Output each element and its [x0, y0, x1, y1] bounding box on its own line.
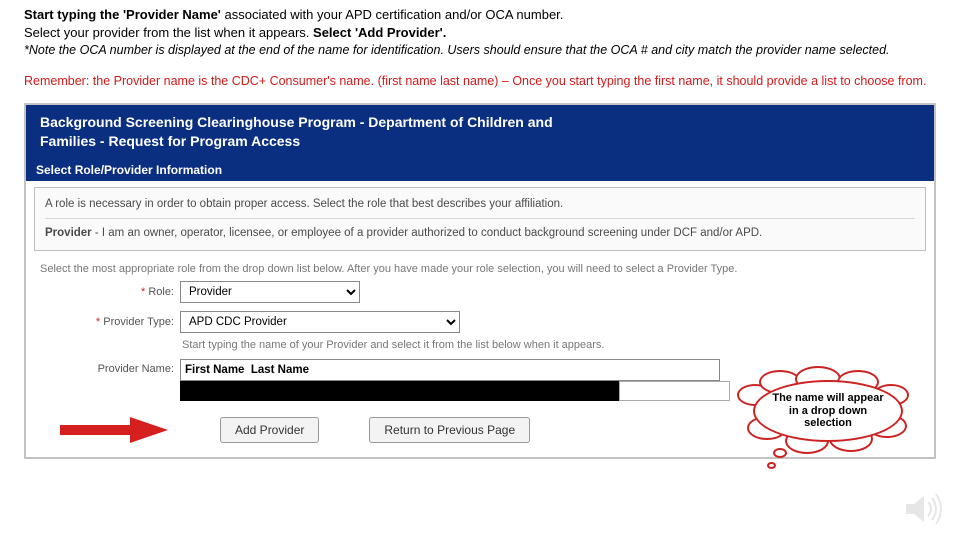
add-provider-button[interactable]: Add Provider — [220, 417, 319, 443]
info-line-2: Provider - I am an owner, operator, lice… — [45, 225, 915, 242]
panel-title: Background Screening Clearinghouse Progr… — [40, 113, 560, 151]
instruction-bold-2: Select 'Add Provider'. — [313, 25, 446, 40]
provider-type-select[interactable]: APD CDC Provider — [180, 311, 460, 333]
instruction-text-2: Select your provider from the list when … — [24, 25, 313, 40]
provider-name-input[interactable] — [180, 359, 720, 381]
instruction-note: *Note the OCA number is displayed at the… — [0, 41, 960, 59]
provider-name-dropdown-ext — [620, 381, 730, 401]
app-panel: Background Screening Clearinghouse Progr… — [24, 103, 936, 459]
instruction-remember: Remember: the Provider name is the CDC+ … — [0, 59, 960, 95]
instruction-bold-1: Start typing the 'Provider Name' — [24, 7, 221, 22]
info-box: A role is necessary in order to obtain p… — [34, 187, 926, 251]
section-title: Select Role/Provider Information — [26, 159, 934, 181]
speaker-icon — [904, 492, 944, 526]
arrow-icon — [40, 415, 170, 445]
provider-name-label: Provider Name: — [98, 363, 174, 375]
return-previous-button[interactable]: Return to Previous Page — [369, 417, 530, 443]
panel-header: Background Screening Clearinghouse Progr… — [26, 105, 934, 159]
instruction-text-1: associated with your APD certification a… — [221, 7, 564, 22]
info-provider-label: Provider — [45, 227, 92, 239]
provider-type-row: * Provider Type: APD CDC Provider — [26, 307, 934, 337]
role-label: Role: — [148, 286, 174, 298]
role-select[interactable]: Provider — [180, 281, 360, 303]
role-row: * Role: Provider — [26, 277, 934, 307]
provider-name-dropdown[interactable] — [180, 381, 620, 401]
info-line-1: A role is necessary in order to obtain p… — [45, 196, 915, 213]
info-provider-text: - I am an owner, operator, licensee, or … — [92, 227, 763, 239]
body-instruction: Select the most appropriate role from th… — [26, 257, 934, 277]
instruction-block: Start typing the 'Provider Name' associa… — [0, 0, 960, 41]
provider-name-row: Provider Name: — [26, 355, 934, 405]
buttons-row: Add Provider Return to Previous Page — [26, 405, 934, 457]
provider-type-label: Provider Type: — [103, 316, 174, 328]
provider-hint: Start typing the name of your Provider a… — [26, 337, 934, 355]
